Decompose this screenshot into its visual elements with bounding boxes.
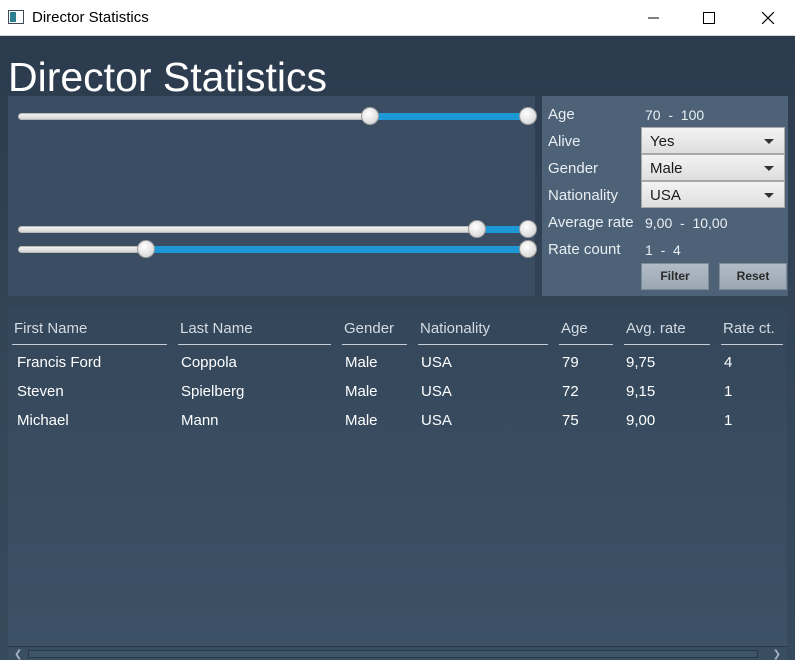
directors-table[interactable]: First Name Last Name Gender Nationality … — [8, 307, 787, 660]
age-value: 70 - 100 — [645, 107, 705, 123]
slider-low-thumb[interactable] — [468, 220, 486, 238]
cell-rate-count: 1 — [724, 383, 733, 400]
minimize-icon — [648, 17, 659, 19]
cell-first-name: Francis Ford — [17, 354, 102, 371]
slider-low-thumb[interactable] — [136, 240, 155, 258]
average-rate-range-slider[interactable] — [18, 219, 537, 239]
page-title: Director Statistics — [8, 54, 327, 100]
app-icon — [8, 10, 24, 24]
main-content: Director Statistics Age 70 - 100 Alive Y… — [0, 36, 795, 660]
scroll-left-icon[interactable]: ❮ — [14, 649, 22, 660]
horizontal-scrollbar[interactable]: ❮ ❯ — [8, 646, 787, 660]
cell-gender: Male — [345, 354, 378, 371]
nationality-label: Nationality — [548, 187, 619, 204]
cell-avg-rate: 9,75 — [626, 354, 656, 371]
column-header-nationality[interactable]: Nationality — [420, 320, 490, 337]
nationality-select[interactable]: USA — [641, 181, 785, 208]
column-header-first-name[interactable]: First Name — [14, 320, 87, 337]
column-divider — [342, 344, 407, 345]
gender-select[interactable]: Male — [641, 154, 785, 181]
column-header-last-name[interactable]: Last Name — [180, 320, 253, 337]
average-rate-label: Average rate — [548, 214, 634, 231]
column-divider — [721, 344, 783, 345]
cell-last-name: Mann — [181, 412, 219, 429]
cell-first-name: Michael — [17, 412, 69, 429]
table-row[interactable]: Steven Spielberg Male USA 72 9,15 1 — [8, 376, 787, 405]
cell-avg-rate: 9,00 — [626, 412, 656, 429]
close-button[interactable] — [745, 0, 791, 36]
rate-count-value: 1 - 4 — [645, 242, 681, 258]
cell-last-name: Spielberg — [181, 383, 245, 400]
age-range-slider[interactable] — [18, 106, 537, 126]
column-divider — [418, 344, 548, 345]
maximize-button[interactable] — [686, 0, 732, 36]
column-divider — [559, 344, 613, 345]
alive-select[interactable]: Yes — [641, 127, 785, 154]
table-header: First Name Last Name Gender Nationality … — [8, 307, 787, 347]
close-icon — [762, 12, 774, 24]
reset-button[interactable]: Reset — [719, 263, 787, 290]
cell-nationality: USA — [421, 383, 452, 400]
slider-high-thumb[interactable] — [519, 240, 537, 258]
column-header-age[interactable]: Age — [561, 320, 588, 337]
rate-count-label: Rate count — [548, 241, 621, 258]
chevron-down-icon — [764, 166, 774, 171]
slider-track — [18, 226, 528, 233]
slider-high-thumb[interactable] — [519, 220, 537, 238]
gender-label: Gender — [548, 160, 599, 177]
chevron-down-icon — [764, 139, 774, 144]
slider-range-fill — [369, 113, 528, 120]
average-rate-value: 9,00 - 10,00 — [645, 215, 728, 231]
chevron-down-icon — [764, 193, 774, 198]
column-divider — [624, 344, 710, 345]
column-header-rate-count[interactable]: Rate ct. — [723, 320, 775, 337]
table-row[interactable]: Francis Ford Coppola Male USA 79 9,75 4 — [8, 347, 787, 376]
cell-rate-count: 1 — [724, 412, 733, 429]
cell-nationality: USA — [421, 412, 452, 429]
age-label: Age — [548, 106, 575, 123]
column-divider — [12, 344, 167, 345]
filter-panel: Age 70 - 100 Alive Yes Gender Male Natio… — [542, 96, 788, 296]
cell-age: 72 — [562, 383, 579, 400]
column-divider — [178, 344, 331, 345]
cell-nationality: USA — [421, 354, 452, 371]
nationality-select-value: USA — [650, 187, 681, 204]
alive-select-value: Yes — [650, 133, 675, 150]
column-header-avg-rate[interactable]: Avg. rate — [626, 320, 686, 337]
cell-last-name: Coppola — [181, 354, 237, 371]
window-titlebar: Director Statistics — [0, 0, 795, 36]
window-title: Director Statistics — [32, 9, 149, 26]
maximize-icon — [703, 12, 715, 24]
filter-button[interactable]: Filter — [641, 263, 709, 290]
slider-low-thumb[interactable] — [360, 107, 379, 125]
alive-label: Alive — [548, 133, 581, 150]
cell-rate-count: 4 — [724, 354, 733, 371]
scroll-right-icon[interactable]: ❯ — [773, 649, 781, 660]
cell-gender: Male — [345, 412, 378, 429]
gender-select-value: Male — [650, 160, 683, 177]
cell-gender: Male — [345, 383, 378, 400]
scrollbar-thumb[interactable] — [28, 650, 758, 658]
cell-age: 79 — [562, 354, 579, 371]
rate-count-range-slider[interactable] — [18, 239, 537, 259]
minimize-button[interactable] — [631, 0, 677, 36]
cell-age: 75 — [562, 412, 579, 429]
slider-high-thumb[interactable] — [519, 107, 537, 125]
slider-panel — [8, 96, 537, 296]
slider-range-fill — [145, 246, 528, 253]
table-row[interactable]: Michael Mann Male USA 75 9,00 1 — [8, 405, 787, 434]
cell-first-name: Steven — [17, 383, 64, 400]
column-header-gender[interactable]: Gender — [344, 320, 394, 337]
cell-avg-rate: 9,15 — [626, 383, 656, 400]
